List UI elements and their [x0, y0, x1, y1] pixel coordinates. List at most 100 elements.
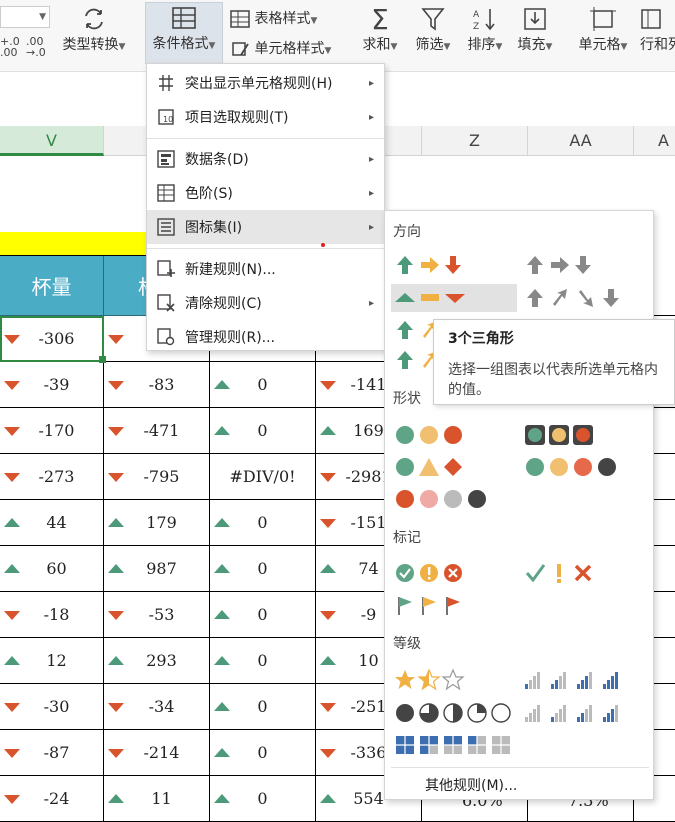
conditional-format-button[interactable]: 条件格式▼ — [145, 2, 223, 64]
menu-item-highlight-rules[interactable]: 突出显示单元格规则(H) ▸ — [147, 66, 384, 100]
table-cell[interactable]: 0 — [210, 546, 316, 592]
table-cell[interactable]: 0 — [210, 408, 316, 454]
filter-button[interactable]: 筛选▼ — [408, 4, 458, 54]
table-cell[interactable]: -471 — [104, 408, 210, 454]
icon-set-3-traffic-lights-rimmed[interactable] — [523, 423, 649, 447]
icon-set-4-traffic-lights[interactable] — [523, 455, 649, 479]
column-header-aa[interactable]: AA — [528, 126, 634, 156]
selection-handle[interactable] — [99, 356, 106, 363]
menu-item-top-bottom-rules[interactable]: 10 项目选取规则(T) ▸ — [147, 100, 384, 134]
cell-icon — [572, 4, 634, 34]
menu-item-data-bar[interactable]: 数据条(D) ▸ — [147, 142, 384, 176]
menu-item-icon-set[interactable]: 图标集(I) ▸ — [147, 210, 384, 244]
table-cell[interactable]: -83 — [104, 362, 210, 408]
icon-set-5-boxes[interactable] — [393, 733, 519, 757]
column-header-z[interactable]: Z — [422, 126, 528, 156]
icon-set-submenu: 方向 形状 标记 等级 其他规则(M)... — [384, 210, 654, 800]
table-cell[interactable]: -34 — [104, 684, 210, 730]
other-rules-item[interactable]: 其他规则(M)... — [425, 775, 517, 795]
row-col-label: 行和列 — [640, 37, 675, 53]
table-cell[interactable]: -39 — [0, 362, 104, 408]
table-cell[interactable]: -273 — [0, 454, 104, 500]
decimal-decrease-button[interactable]: .00 →.0 — [26, 36, 46, 58]
icon-set-3-symbols[interactable] — [523, 561, 649, 585]
icon-set-3-arrows-colored[interactable] — [393, 253, 519, 279]
icon-set-4-arrows-gray[interactable] — [523, 286, 649, 312]
menu-item-color-scale[interactable]: 色阶(S) ▸ — [147, 176, 384, 210]
table-cell[interactable]: -18 — [0, 592, 104, 638]
table-cell[interactable]: -53 — [104, 592, 210, 638]
triangle-down-icon — [108, 472, 124, 482]
table-cell[interactable]: 0 — [210, 638, 316, 684]
cell-value: 44 — [46, 513, 67, 532]
type-convert-button[interactable]: 类型转换▼ — [55, 4, 133, 54]
row-col-icon — [640, 4, 675, 34]
icon-set-red-to-black[interactable] — [393, 487, 519, 511]
type-convert-label: 类型转换 — [62, 37, 119, 53]
table-cell[interactable]: -306 — [0, 316, 104, 362]
decimal-increase-button[interactable]: +.0.00 — [0, 36, 20, 58]
table-cell[interactable]: -214 — [104, 730, 210, 776]
table-cell[interactable]: -24 — [0, 776, 104, 822]
sum-button[interactable]: Σ 求和▼ — [355, 3, 405, 54]
chevron-down-icon: ▼ — [39, 12, 46, 22]
table-cell[interactable]: -795 — [104, 454, 210, 500]
tooltip-title: 3个三角形 — [448, 331, 514, 347]
icon-set-3-signs[interactable] — [393, 455, 519, 479]
cell-value: 10 — [358, 651, 379, 670]
font-size-dropdown[interactable]: ▼ — [0, 6, 50, 28]
row-col-button[interactable]: 行和列 — [640, 4, 675, 54]
table-cell[interactable]: 179 — [104, 500, 210, 546]
icon-set-3-flags[interactable] — [393, 593, 519, 617]
triangle-up-icon — [214, 655, 230, 665]
menu-item-new-rule[interactable]: 新建规则(N)... — [147, 252, 384, 286]
table-cell[interactable]: 12 — [0, 638, 104, 684]
table-cell[interactable]: 0 — [210, 776, 316, 822]
chevron-right-icon: ▸ — [368, 77, 374, 89]
table-style-button[interactable]: 表格样式▼ — [230, 8, 317, 28]
triangle-up-icon — [4, 517, 20, 527]
icon-set-3-triangles[interactable] — [391, 284, 517, 312]
icon-set-3-arrows-gray[interactable] — [523, 253, 649, 279]
data-bar-icon — [147, 150, 185, 168]
table-cell[interactable]: -30 — [0, 684, 104, 730]
header-cup-count[interactable]: 杯量 — [0, 256, 104, 316]
column-header-v[interactable]: V — [0, 126, 104, 156]
funnel-icon — [408, 4, 458, 34]
cell-value: 0 — [257, 421, 268, 440]
table-cell[interactable]: #DIV/0! — [210, 454, 316, 500]
table-cell[interactable]: -87 — [0, 730, 104, 776]
icon-set-4-ratings[interactable] — [523, 668, 649, 692]
icon-set-5-quarters[interactable] — [393, 701, 519, 725]
table-cell[interactable]: 0 — [210, 592, 316, 638]
cond-format-icon — [146, 3, 222, 33]
triangle-up-icon — [108, 793, 124, 803]
table-cell[interactable]: 60 — [0, 546, 104, 592]
sort-button[interactable]: AZ 排序▼ — [460, 4, 510, 54]
icon-set-5-ratings[interactable] — [523, 701, 649, 725]
table-cell[interactable]: 987 — [104, 546, 210, 592]
triangle-down-icon — [320, 748, 336, 758]
menu-item-manage-rules[interactable]: 管理规则(R)... — [147, 320, 384, 354]
column-header-ab[interactable]: A — [634, 126, 675, 156]
icon-set-3-traffic-lights[interactable] — [393, 423, 519, 447]
table-cell[interactable]: 44 — [0, 500, 104, 546]
icon-set-3-symbols-circled[interactable] — [393, 561, 519, 585]
icon-set-3-stars[interactable] — [393, 668, 519, 692]
cell-button[interactable]: 单元格▼ — [572, 4, 634, 54]
cell-style-button[interactable]: 单元格样式▼ — [230, 38, 331, 58]
cond-format-label: 条件格式 — [152, 36, 209, 52]
table-cell[interactable]: 0 — [210, 684, 316, 730]
triangle-down-icon — [4, 702, 20, 712]
table-cell[interactable]: 0 — [210, 362, 316, 408]
cell-value: 0 — [257, 375, 268, 394]
table-cell[interactable]: -170 — [0, 408, 104, 454]
table-cell[interactable]: 293 — [104, 638, 210, 684]
table-cell[interactable]: 0 — [210, 730, 316, 776]
menu-item-clear-rules[interactable]: 清除规则(C) ▸ — [147, 286, 384, 320]
table-cell[interactable]: 11 — [104, 776, 210, 822]
cell-style-icon — [230, 40, 250, 58]
fill-button[interactable]: 填充▼ — [510, 4, 560, 54]
conditional-format-menu: 突出显示单元格规则(H) ▸ 10 项目选取规则(T) ▸ 数据条(D) ▸ 色阶(S) ▸ 图标… — [146, 63, 385, 351]
table-cell[interactable]: 0 — [210, 500, 316, 546]
